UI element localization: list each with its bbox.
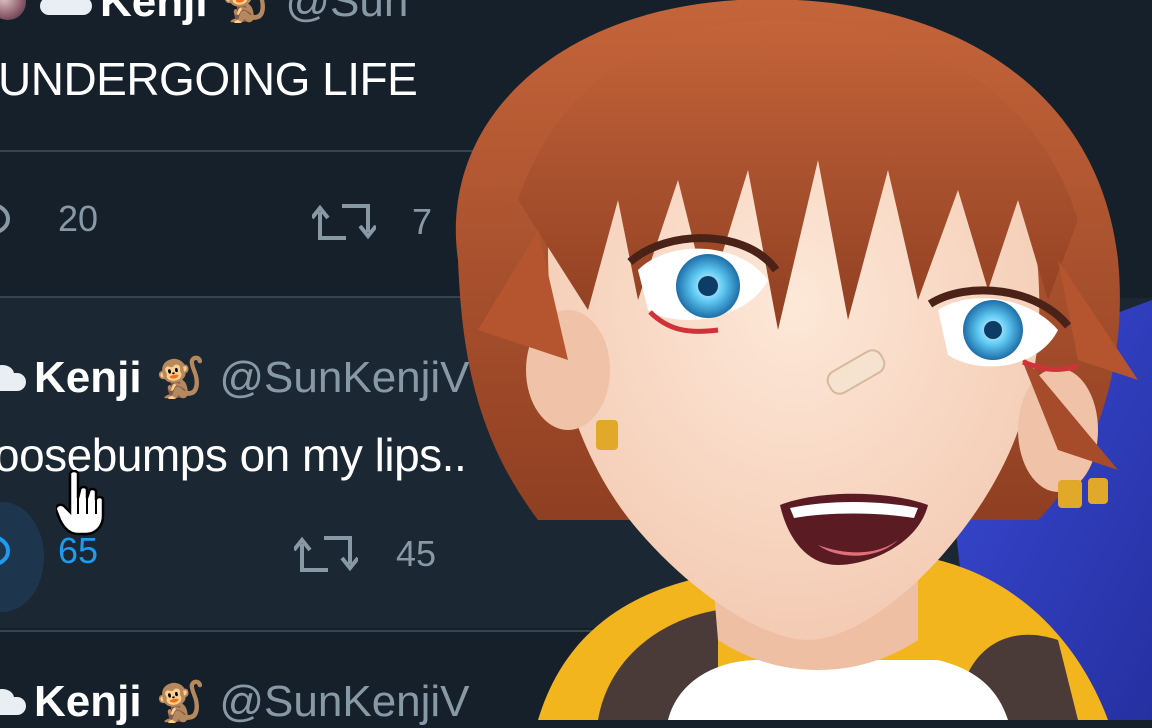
hand-pointer-icon	[56, 470, 105, 536]
retweet-icon	[312, 204, 376, 240]
tweet-1-header: Kenji 🐒 @Sun	[0, 0, 408, 27]
reply-icon	[0, 204, 11, 233]
reply-button[interactable]: 20	[0, 198, 98, 240]
monkey-emoji: 🐒	[155, 680, 206, 724]
user-handle[interactable]: @Sun	[285, 0, 408, 27]
monkey-emoji: 🐒	[155, 356, 206, 400]
tweet-2-header: Kenji 🐒 @SunKenjiV	[0, 352, 470, 404]
avatar[interactable]	[0, 0, 26, 20]
cloud-icon	[40, 0, 92, 15]
reply-icon	[0, 536, 11, 565]
retweet-icon	[294, 536, 358, 572]
reply-count: 65	[58, 530, 99, 571]
cloud-icon	[0, 365, 26, 391]
tweet-1-text: UNDERGOING LIFE	[0, 53, 418, 105]
monkey-emoji: 🐒	[221, 0, 272, 24]
reply-count: 20	[58, 198, 99, 239]
cloud-icon	[0, 689, 26, 715]
retweet-button[interactable]: 45	[294, 530, 436, 578]
display-name[interactable]: Kenji	[34, 353, 142, 403]
retweet-button[interactable]: 7	[312, 198, 432, 246]
tweet-3-header: Kenji 🐒 @SunKenjiV	[0, 676, 470, 728]
display-name[interactable]: Kenji	[100, 0, 208, 27]
character-illustration	[455, 0, 1152, 720]
reply-button[interactable]: 65	[0, 530, 98, 572]
